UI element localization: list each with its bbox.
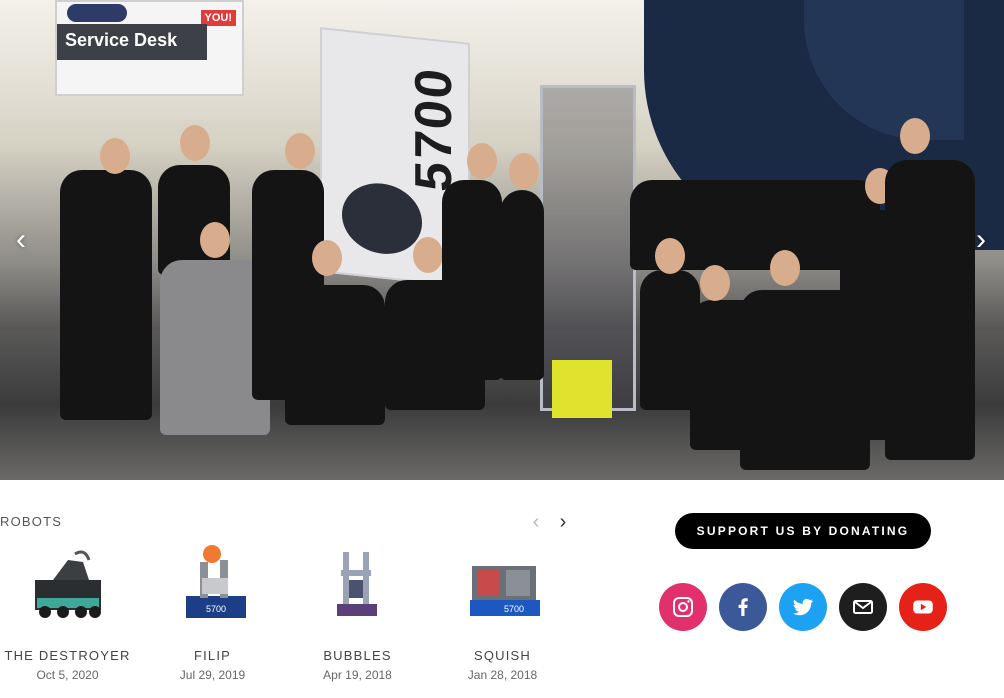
team-member	[285, 285, 385, 425]
robots-prev-icon[interactable]: ‹	[526, 512, 546, 532]
svg-text:5700: 5700	[504, 604, 524, 614]
robots-next-icon[interactable]: ›	[553, 512, 573, 532]
dragon-logo-icon	[342, 179, 422, 258]
robot-date: Jul 29, 2019	[179, 668, 246, 682]
twitter-icon	[793, 598, 814, 616]
team-member-head	[413, 237, 443, 273]
team-member	[500, 190, 544, 380]
robot-image: 5700	[168, 540, 258, 630]
hero-prev-arrow-icon[interactable]: ‹	[6, 225, 36, 255]
email-button[interactable]	[839, 583, 887, 631]
robot-card-filip[interactable]: 5700 FILIP Jul 29, 2019	[145, 540, 280, 682]
robot-name: FILIP	[193, 648, 232, 663]
team-member	[442, 180, 502, 380]
flag-number: 5700	[404, 64, 463, 194]
robot-card-squish[interactable]: 5700 SQUISH Jan 28, 2018	[435, 540, 570, 682]
robot-date: Oct 5, 2020	[36, 668, 99, 682]
svg-text:5700: 5700	[206, 604, 226, 614]
facebook-icon	[738, 598, 748, 616]
robot-date: Jan 28, 2018	[467, 668, 538, 682]
team-member-head	[285, 133, 315, 169]
youtube-icon	[913, 600, 933, 614]
twitter-button[interactable]	[779, 583, 827, 631]
team-member	[885, 160, 975, 460]
team-member-head	[467, 143, 497, 179]
robot-bin	[552, 360, 612, 418]
youtube-button[interactable]	[899, 583, 947, 631]
robot-image	[23, 540, 113, 630]
team-member-head	[312, 240, 342, 276]
donate-button[interactable]: SUPPORT US BY DONATING	[675, 513, 931, 549]
sign-logo	[67, 4, 127, 22]
robot-name: THE DESTROYER	[4, 648, 131, 663]
team-member	[60, 170, 152, 420]
instagram-button[interactable]	[659, 583, 707, 631]
hero-photo: YOU! Service Desk 5700 ‹ ›	[0, 0, 1004, 480]
robot-image	[313, 540, 403, 630]
robot-card-bubbles[interactable]: BUBBLES Apr 19, 2018	[290, 540, 425, 682]
robot-name: SQUISH	[473, 648, 532, 663]
email-icon	[853, 600, 873, 614]
team-member-head	[180, 125, 210, 161]
team-member-head	[770, 250, 800, 286]
hero-next-arrow-icon[interactable]: ›	[966, 225, 996, 255]
robots-title: ROBOTS	[0, 514, 63, 529]
instagram-icon	[673, 597, 693, 617]
service-desk-sign: YOU! Service Desk	[55, 0, 244, 96]
facebook-button[interactable]	[719, 583, 767, 631]
robot-date: Apr 19, 2018	[323, 668, 392, 682]
team-member	[158, 165, 230, 275]
team-member-head	[700, 265, 730, 301]
robot-name: BUBBLES	[323, 648, 392, 663]
team-member-head	[900, 118, 930, 154]
robot-card-the-destroyer[interactable]: THE DESTROYER Oct 5, 2020	[0, 540, 135, 682]
team-member-head	[509, 153, 539, 189]
team-member-head	[200, 222, 230, 258]
team-member-head	[100, 138, 130, 174]
robot-image: 5700	[458, 540, 548, 630]
sign-text: Service Desk	[65, 30, 178, 50]
team-member-head	[655, 238, 685, 274]
